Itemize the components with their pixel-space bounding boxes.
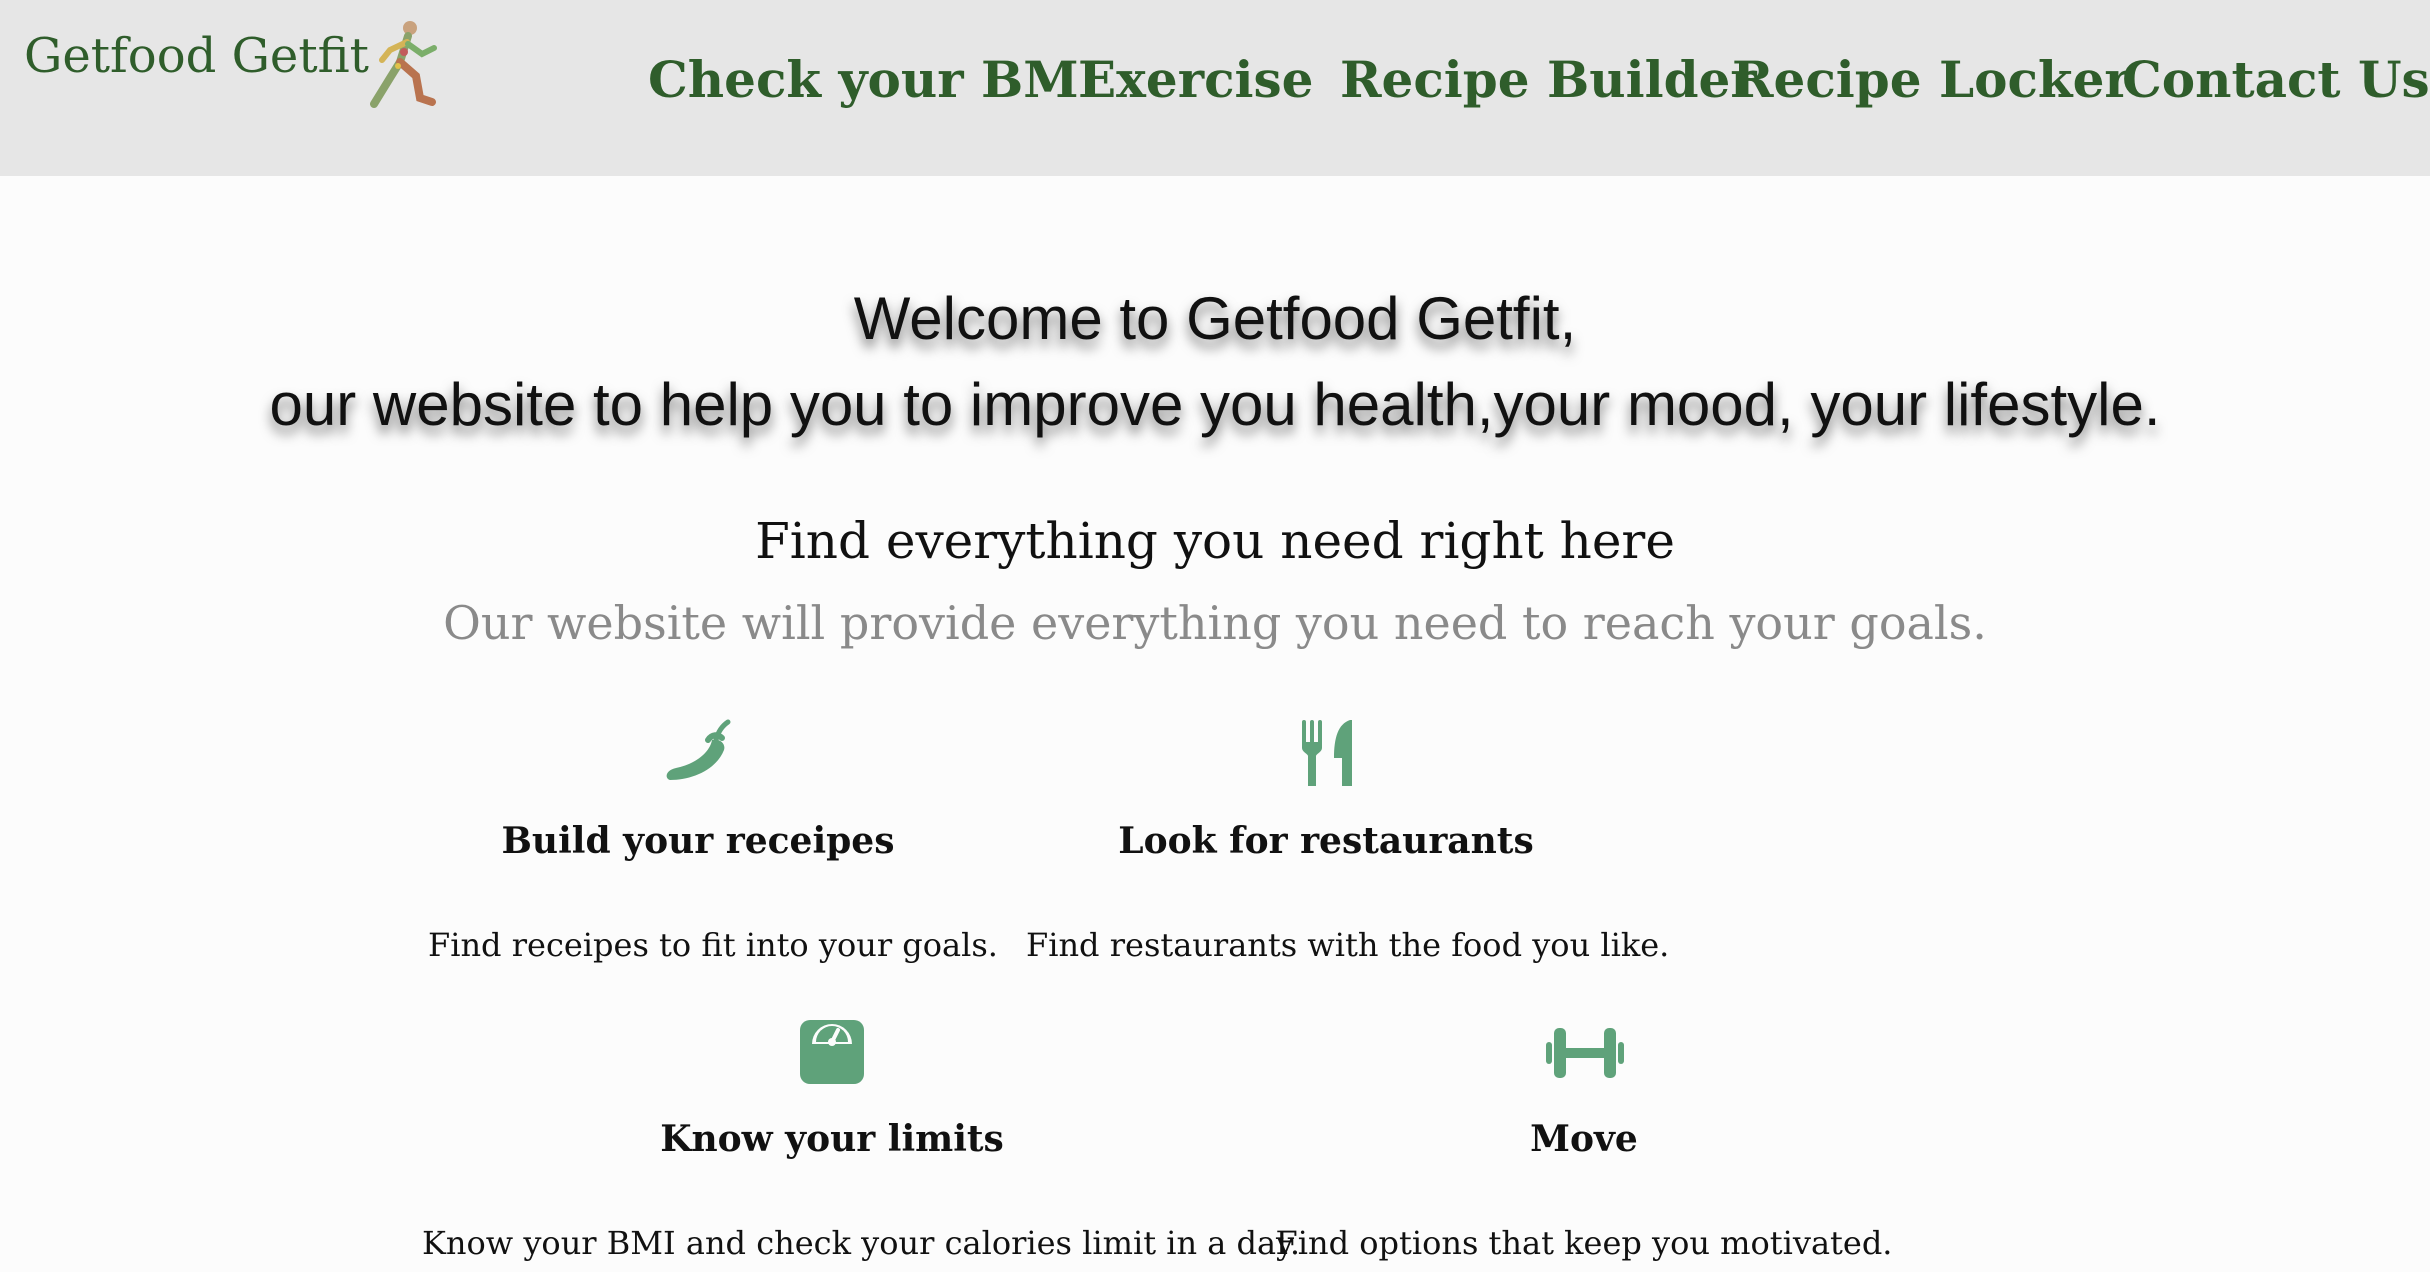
intro-subheading: Our website will provide everything you … xyxy=(443,596,1987,650)
welcome-line-2: our website to help you to improve you h… xyxy=(269,371,2161,438)
feature-title-recipes: Build your receipes xyxy=(501,820,895,862)
feature-desc-limits: Know your BMI and check your calories li… xyxy=(422,1224,1301,1262)
intro-heading: Find everything you need right here xyxy=(755,512,1675,570)
runner-icon xyxy=(370,21,437,108)
feature-desc-restaurants: Find restaurants with the food you like. xyxy=(1026,926,1670,964)
feature-title-move: Move xyxy=(1530,1118,1638,1160)
nav-recipe-locker[interactable]: Recipe Locker xyxy=(1732,50,2131,109)
nav-check-bmi[interactable]: Check your BMI xyxy=(648,50,1102,109)
welcome-line-1: Welcome to Getfood Getfit, xyxy=(853,285,1577,352)
feature-desc-move: Find options that keep you motivated. xyxy=(1275,1224,1893,1262)
dumbbell-icon xyxy=(1546,1028,1624,1078)
feature-desc-recipes: Find receipes to fit into your goals. xyxy=(428,926,998,964)
nav-contact-us[interactable]: Contact Us xyxy=(2122,50,2430,109)
fork-knife-icon xyxy=(1302,720,1352,786)
nav-exercise[interactable]: Exercise xyxy=(1078,50,1313,109)
nav-recipe-builder[interactable]: Recipe Builder xyxy=(1340,50,1757,109)
site-brand[interactable]: Getfood Getfit xyxy=(24,28,369,84)
chili-pepper-icon xyxy=(666,719,731,780)
feature-title-restaurants: Look for restaurants xyxy=(1118,820,1534,862)
weight-scale-icon xyxy=(800,1020,864,1084)
navbar: Getfood Getfit Check your BMI Exercise R… xyxy=(0,0,2430,176)
feature-title-limits: Know your limits xyxy=(660,1118,1004,1160)
